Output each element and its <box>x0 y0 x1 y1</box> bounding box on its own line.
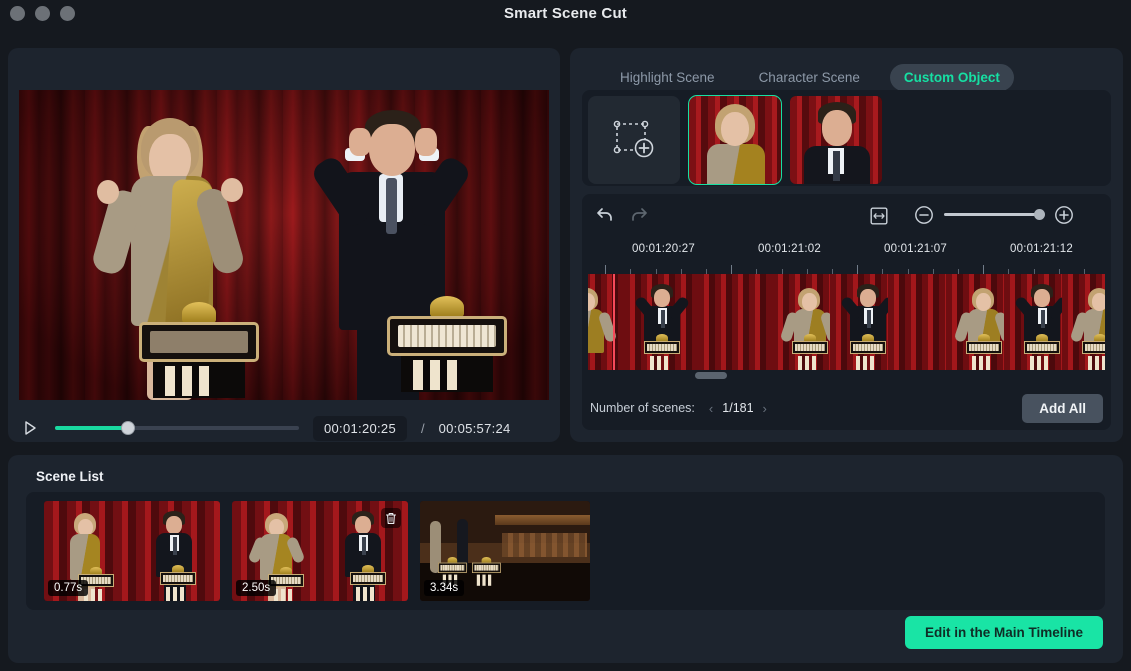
zoom-out-icon[interactable] <box>914 205 934 230</box>
scene-list-title: Scene List <box>36 469 104 484</box>
page-title: Smart Scene Cut <box>503 5 628 22</box>
seek-bar[interactable] <box>55 421 299 435</box>
scene-duration: 0.77s <box>48 580 89 596</box>
scene-pager: ‹ 1/181 › <box>709 401 767 416</box>
time-separator: / <box>420 420 425 436</box>
total-time: 00:05:57:24 <box>438 420 511 436</box>
preview-panel: 00:01:20:25 / 00:05:57:24 <box>8 48 560 442</box>
seek-progress <box>55 426 129 430</box>
game-podium-left <box>139 302 259 398</box>
redo-icon[interactable] <box>630 206 650 229</box>
current-time[interactable]: 00:01:20:25 <box>313 415 407 441</box>
scene-list-item-3[interactable]: 3.34s <box>420 501 590 601</box>
chevron-left-icon[interactable]: ‹ <box>709 401 713 416</box>
tab-custom-object[interactable]: Custom Object <box>889 63 1014 91</box>
game-podium-right <box>387 296 507 392</box>
timeline-horizontal-scrollbar[interactable] <box>695 372 727 379</box>
title-bar: Smart Scene Cut <box>0 0 1131 42</box>
zoom-slider-handle[interactable] <box>1034 209 1045 220</box>
object-selector <box>582 90 1111 186</box>
video-frame <box>19 90 549 400</box>
scene-counter-label: Number of scenes: <box>590 401 695 415</box>
tab-character-scene[interactable]: Character Scene <box>745 64 874 91</box>
smart-scene-cut-window: Smart Scene Cut 00:01:20:25 / 00:05:57:2… <box>0 0 1131 671</box>
undo-icon[interactable] <box>594 206 614 229</box>
scene-list-strip: 0.77s 2.50s 3.34s <box>26 492 1105 610</box>
scene-detection-panel: Highlight Scene Character Scene Custom O… <box>570 48 1123 442</box>
ruler-time-1: 00:01:20:27 <box>632 243 695 255</box>
add-all-button[interactable]: Add All <box>1022 393 1103 423</box>
timeline-playhead[interactable] <box>613 274 615 370</box>
add-selection-icon[interactable] <box>588 96 680 184</box>
ruler-time-4: 00:01:21:12 <box>1010 243 1073 255</box>
chevron-right-icon[interactable]: › <box>763 401 767 416</box>
video-preview[interactable] <box>19 90 549 400</box>
object-timeline: 00:01:20:27 00:01:21:02 00:01:21:07 00:0… <box>582 194 1111 430</box>
ruler-time-2: 00:01:21:02 <box>758 243 821 255</box>
timeline-toolbar <box>582 194 1111 238</box>
scene-counter-bar: Number of scenes: ‹ 1/181 › Add All <box>582 386 1111 430</box>
scene-list-item-1[interactable]: 0.77s <box>44 501 220 601</box>
play-icon[interactable] <box>19 417 41 439</box>
scene-duration: 2.50s <box>236 580 277 596</box>
scene-counter-value: 1/181 <box>722 401 754 415</box>
fit-to-width-icon[interactable] <box>870 207 888 230</box>
scene-list-panel: Scene List 0.77s 2.50s 3.34s Edit in the… <box>8 455 1123 663</box>
trash-icon[interactable] <box>381 508 401 528</box>
tab-highlight-scene[interactable]: Highlight Scene <box>606 64 729 91</box>
zoom-slider[interactable] <box>944 209 1045 220</box>
scene-duration: 3.34s <box>424 580 465 596</box>
seek-handle[interactable] <box>121 421 136 435</box>
ruler-time-3: 00:01:21:07 <box>884 243 947 255</box>
scene-list-item-2[interactable]: 2.50s <box>232 501 408 601</box>
player-controls: 00:01:20:25 / 00:05:57:24 <box>19 408 549 448</box>
object-thumb-woman[interactable] <box>688 95 782 185</box>
timeline-filmstrip[interactable] <box>588 274 1105 370</box>
edit-in-main-timeline-button[interactable]: Edit in the Main Timeline <box>904 616 1103 649</box>
timeline-ruler[interactable]: 00:01:20:27 00:01:21:02 00:01:21:07 00:0… <box>588 238 1105 274</box>
object-thumb-man[interactable] <box>790 96 882 184</box>
zoom-in-icon[interactable] <box>1054 205 1074 230</box>
